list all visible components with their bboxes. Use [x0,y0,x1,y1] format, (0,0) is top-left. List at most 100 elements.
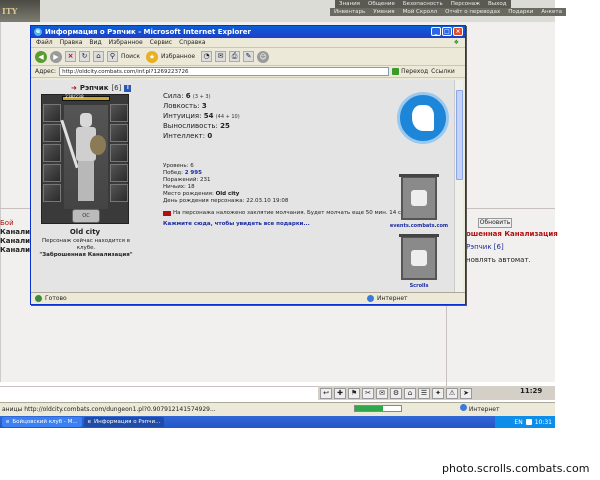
favorites-label[interactable]: Избранное [161,53,195,60]
character-name: Рэпчик [79,84,109,92]
scrolls-banner-icon[interactable] [399,234,439,280]
player-link[interactable]: Рэпчик [6] [466,243,504,251]
back-icon[interactable]: ◀ [35,50,47,63]
favorites-icon[interactable]: ★ [146,50,159,63]
equip-slot-amulet[interactable] [43,124,61,142]
history-icon[interactable]: ◔ [201,51,213,62]
equip-slot-belt[interactable] [43,184,61,202]
forward-icon[interactable]: ▶ [50,50,62,63]
nav-chat[interactable]: Общение [364,0,399,8]
magic-icon[interactable]: ✦ [432,387,444,399]
menu-view[interactable]: Вид [89,39,101,46]
nav-profile[interactable]: Анкета [537,8,566,16]
hp-text: 238/238 [65,95,84,100]
nav-knowledge[interactable]: Знания [335,0,364,8]
refresh-icon[interactable]: ↻ [79,51,90,62]
search-icon[interactable]: ⚲ [107,51,118,62]
warning-icon[interactable]: ⚠ [446,387,458,399]
heal-icon[interactable]: ✚ [334,387,346,399]
nav-my-scroll[interactable]: Мой Скролл [399,8,441,16]
links-button[interactable]: Ссылки [431,68,455,75]
print-icon[interactable]: ⎙ [229,51,241,62]
edit-icon[interactable]: ✎ [243,51,255,62]
ie-icon: e [6,419,10,425]
status-url: аницы http://oldcity.combats.com/dungeon… [2,406,216,413]
status-ready: Готово [45,295,67,302]
location-name: "Заброшенная Канализация" [39,252,133,258]
events-banner-icon[interactable] [399,174,439,220]
info-icon[interactable]: i [124,84,132,92]
taskbar-item-game[interactable]: e Бойцовский клуб - M... [2,417,82,427]
minimize-button[interactable]: _ [431,27,441,36]
tray-app-icon[interactable] [525,419,532,425]
gifts-link[interactable]: Кажмите сюда, чтобы увидеть все подарки.… [163,221,310,227]
nav-security[interactable]: Безопасность [399,0,447,8]
go-arrow-icon [392,68,400,75]
equip-slot-boots[interactable] [110,184,128,202]
search-label[interactable]: Поиск [121,53,140,60]
events-badge-icon[interactable] [397,92,449,144]
equip-slot-shield[interactable] [110,144,128,162]
nav-transfers[interactable]: Отчёт о переводах [441,8,504,16]
settings-icon[interactable]: ⚙ [390,387,402,399]
character-name-row: ➜ Рэпчик [6] i [71,84,132,92]
equip-slot-helmet[interactable] [43,104,61,122]
menu-bar: Файл Правка Вид Избранное Сервис Справка… [31,38,465,48]
address-input[interactable]: http://oldcity.combats.com/inf.pl?126922… [59,67,390,76]
list-icon[interactable]: ☰ [418,387,430,399]
scissors-icon[interactable]: ✂ [362,387,374,399]
city-emblem-icon: OC [72,209,100,223]
character-location: Персонаж сейчас находится в клубе. "Забр… [37,238,135,259]
scrolls-link[interactable]: Scrolls [403,283,435,289]
maximize-button[interactable]: □ [442,27,452,36]
equip-slot-weapon[interactable] [43,144,61,162]
nav-gifts[interactable]: Подарки [504,8,537,16]
draws-line: Ничьих: 18 [163,184,195,190]
stop-icon[interactable]: × [65,51,76,62]
mail-icon[interactable]: ✉ [376,387,388,399]
equip-slot-armor[interactable] [43,164,61,182]
taskbar-item-label: Бойцовский клуб - M... [12,419,78,425]
refresh-button[interactable]: Обновить [478,218,512,228]
menu-favorites[interactable]: Избранное [109,39,143,46]
menu-edit[interactable]: Правка [60,39,83,46]
equip-slot-earrings[interactable] [110,104,128,122]
events-link[interactable]: events.combats.com [389,223,449,229]
taskbar: e Бойцовский клуб - M... e Информация о … [0,416,555,428]
system-tray: EN 10:31 [495,416,555,428]
menu-tools[interactable]: Сервис [150,39,172,46]
location-text: новлять автомат. [466,256,531,264]
menu-file[interactable]: Файл [36,39,53,46]
equip-slot-gloves[interactable] [110,124,128,142]
nav-character[interactable]: Персонаж [447,0,484,8]
equip-slot-ring[interactable] [110,164,128,182]
nav-skills[interactable]: Умения [369,8,398,16]
character-avatar [60,105,108,209]
language-indicator[interactable]: EN [514,419,522,426]
home-icon[interactable]: ⌂ [93,51,104,62]
go-button[interactable]: Переход [392,68,428,75]
globe-icon [367,295,374,302]
status-zone-label: Интернет [377,295,408,302]
flag-icon[interactable]: ⚑ [348,387,360,399]
watermark: photo.scrolls.combats.com [442,462,590,475]
messenger-icon[interactable]: ☺ [257,50,270,63]
close-button[interactable]: × [453,27,463,36]
home-icon[interactable]: ⌂ [404,387,416,399]
window-titlebar[interactable]: e Информация о Рэпчик - Microsoft Intern… [31,26,465,38]
back-icon[interactable]: ↩ [320,387,332,399]
mail-icon[interactable]: ✉ [215,51,227,62]
vertical-scrollbar[interactable] [454,80,463,294]
fight-link[interactable]: Бой [0,219,14,227]
game-clock: 11:29 [520,387,543,395]
losses-line: Поражений: 231 [163,177,211,183]
birthday-line: День рождения персонажа: 22.03.10 19:08 [163,198,289,204]
menu-help[interactable]: Справка [179,39,205,46]
taskbar-item-info[interactable]: e Информация о Рэпчи... [83,417,165,427]
stat-row: Интеллект: 0 [163,132,213,140]
browser-toolbar: ◀ ▶ × ↻ ⌂ ⚲ Поиск ★ Избранное ◔ ✉ ⎙ ✎ ☺ [31,48,465,66]
nav-inventory[interactable]: Инвентарь [330,8,369,16]
nav-exit[interactable]: Выход [484,0,511,8]
scroll-thumb[interactable] [456,90,463,180]
forward-icon[interactable]: ➤ [460,387,472,399]
